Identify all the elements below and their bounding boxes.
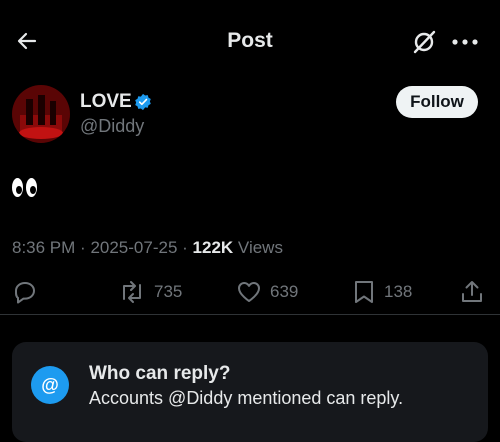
post-date[interactable]: 2025-07-25 bbox=[90, 238, 177, 257]
share-action[interactable] bbox=[460, 278, 484, 306]
bookmark-count: 138 bbox=[384, 282, 413, 301]
who-can-reply-subtitle: Accounts @Diddy mentioned can reply. bbox=[89, 388, 404, 408]
like-action[interactable]: 639 bbox=[236, 278, 298, 306]
post-time[interactable]: 8:36 PM bbox=[12, 238, 75, 257]
avatar[interactable] bbox=[12, 85, 70, 143]
bookmark-icon bbox=[355, 281, 373, 303]
back-button[interactable] bbox=[12, 26, 42, 56]
repost-action[interactable]: 735 bbox=[118, 278, 182, 306]
grok-icon bbox=[413, 30, 436, 54]
like-count: 639 bbox=[270, 282, 299, 301]
grok-button[interactable] bbox=[409, 27, 439, 57]
follow-button[interactable]: Follow bbox=[396, 86, 478, 118]
views-count: 122K bbox=[192, 238, 234, 257]
at-mention-icon: @ bbox=[31, 366, 69, 404]
author-handle[interactable]: @Diddy bbox=[80, 116, 144, 137]
share-icon bbox=[462, 281, 482, 302]
verified-badge-icon bbox=[135, 93, 151, 111]
author-name[interactable]: LOVE bbox=[80, 91, 132, 113]
meta-separator: · bbox=[80, 238, 91, 257]
avatar-image bbox=[12, 85, 70, 143]
eyes-emoji bbox=[12, 178, 37, 200]
more-button[interactable] bbox=[448, 27, 482, 57]
eye-left bbox=[12, 178, 23, 197]
arrow-left-icon bbox=[17, 32, 37, 50]
bookmark-action[interactable]: 138 bbox=[352, 278, 412, 306]
post-meta: 8:36 PM · 2025-07-25 · 122K Views bbox=[12, 238, 283, 258]
meta-separator: · bbox=[182, 238, 193, 257]
views-label: Views bbox=[237, 238, 283, 257]
more-dots-icon bbox=[452, 39, 478, 45]
who-can-reply-title: Who can reply? bbox=[89, 363, 231, 384]
divider bbox=[0, 314, 500, 315]
repost-count: 735 bbox=[154, 282, 183, 301]
reply-action[interactable] bbox=[12, 278, 38, 306]
heart-icon bbox=[238, 282, 260, 302]
repost-icon bbox=[123, 281, 141, 303]
reply-icon bbox=[14, 282, 35, 304]
eye-right bbox=[26, 178, 37, 197]
